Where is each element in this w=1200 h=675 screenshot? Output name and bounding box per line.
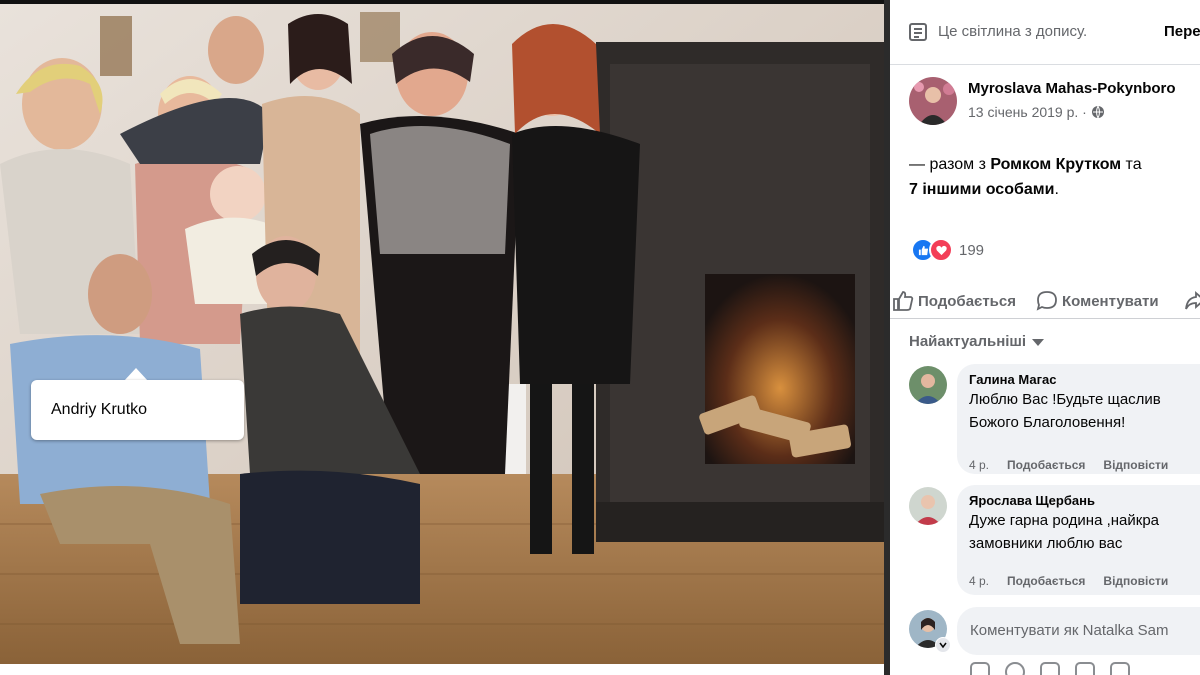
comment-like-link[interactable]: Подобається: [1007, 458, 1085, 472]
caret-down-icon: [1032, 339, 1045, 346]
post-date: 13 січень 2019 р. ·: [968, 104, 1105, 120]
commenter-name[interactable]: Ярослава Щербань: [969, 493, 1200, 508]
reactions-summary[interactable]: 199: [911, 238, 984, 262]
attachment-icon[interactable]: [1110, 662, 1130, 675]
comment-sort-dropdown[interactable]: Найактуальніші: [909, 333, 1045, 350]
family-photo[interactable]: [0, 4, 884, 664]
sticker-icon[interactable]: [970, 662, 990, 675]
comment-text: Дуже гарна родина ,найкра: [969, 512, 1160, 529]
panel-header: Це світлина з допису. Пере: [890, 0, 1200, 65]
sort-label: Найактуальніші: [909, 333, 1027, 350]
commenter-avatar[interactable]: [909, 366, 947, 404]
with-end: .: [1054, 181, 1059, 198]
comment-age[interactable]: 4 р.: [969, 574, 989, 588]
camera-icon[interactable]: [1040, 662, 1060, 675]
comment-age[interactable]: 4 р.: [969, 458, 989, 472]
thumbs-up-icon: [893, 291, 914, 311]
author-name[interactable]: Myroslava Mahas-Pokynboro: [968, 80, 1176, 97]
comment-like-link[interactable]: Подобається: [1007, 574, 1085, 588]
comment-reply-link[interactable]: Відповісти: [1103, 458, 1168, 472]
comment-reply-link[interactable]: Відповісти: [1103, 574, 1168, 588]
with-and: та: [1121, 156, 1142, 173]
comment-meta: 4 р. Подобається Відповісти: [969, 458, 1168, 472]
love-reaction-icon: [929, 238, 953, 262]
like-label: Подобається: [918, 292, 1016, 310]
post-note-link[interactable]: Це світлина з допису.: [938, 23, 1087, 40]
like-button[interactable]: Подобається: [892, 290, 1016, 312]
commenter-avatar[interactable]: [909, 487, 947, 525]
profile-switch-chevron-icon[interactable]: [935, 637, 951, 653]
photo-tag-label[interactable]: Andriy Krutko: [31, 380, 244, 440]
author-avatar[interactable]: [909, 77, 957, 125]
post-actions: Подобається Коментувати: [890, 284, 1200, 319]
photo-bottom-strip: [0, 664, 890, 675]
tagged-others-link[interactable]: 7 іншими особами: [909, 181, 1054, 198]
comment-text: Люблю Вас !Будьте щаслив: [969, 391, 1161, 408]
comment-text: Божого Благоловення!: [969, 414, 1126, 431]
emoji-icon[interactable]: [1005, 662, 1025, 675]
share-icon: [1185, 291, 1200, 310]
document-icon: [909, 23, 927, 41]
commenter-name[interactable]: Галина Магас: [969, 372, 1200, 387]
with-prefix: — разом з: [909, 156, 991, 173]
tagged-people-text: — разом з Ромком Крутком та 7 іншими осо…: [909, 152, 1194, 202]
reaction-count: 199: [959, 241, 985, 259]
tagged-person-link[interactable]: Ромком Крутком: [990, 156, 1121, 173]
comment-input[interactable]: Коментувати як Natalka Sam: [957, 607, 1200, 655]
post-side-panel: Це світлина з допису. Пере Myroslava Mah…: [890, 0, 1200, 675]
gif-icon[interactable]: [1075, 662, 1095, 675]
composer-toolbar: [970, 662, 1130, 675]
photo-viewer[interactable]: Andriy Krutko: [0, 0, 890, 675]
comment-meta: 4 р. Подобається Відповісти: [969, 574, 1168, 588]
post-date-text[interactable]: 13 січень 2019 р. ·: [968, 104, 1087, 120]
comment-button[interactable]: Коментувати: [1036, 290, 1159, 312]
globe-icon: [1091, 105, 1104, 119]
comment-text: замовники люблю вас: [969, 535, 1123, 552]
comment-label: Коментувати: [1062, 292, 1159, 310]
translate-link[interactable]: Пере: [1164, 23, 1200, 40]
comment-icon: [1036, 291, 1057, 311]
share-button[interactable]: [1184, 290, 1200, 312]
